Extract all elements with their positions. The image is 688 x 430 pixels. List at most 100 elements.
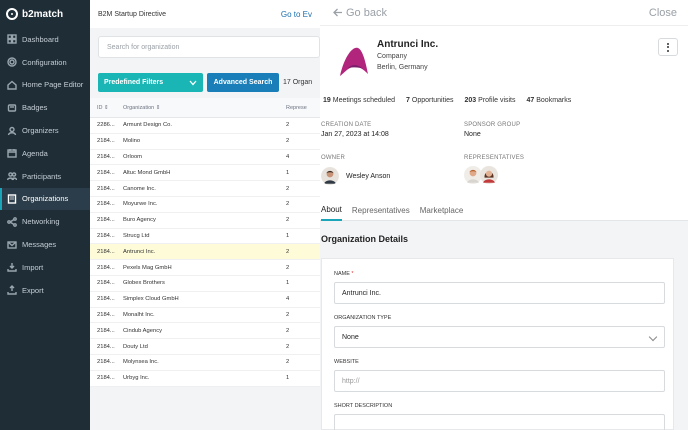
- website-label: WEBSITE: [334, 359, 359, 365]
- go-back-button[interactable]: Go back: [333, 7, 387, 19]
- app-logo[interactable]: b2match: [0, 0, 90, 28]
- sidebar-item-dashboard[interactable]: Dashboard: [0, 28, 90, 51]
- name-value: Antrunci Inc.: [342, 289, 381, 297]
- cell-id: 2184...: [97, 201, 115, 208]
- cell-id: 2184...: [97, 153, 115, 160]
- go-back-label: Go back: [346, 6, 387, 19]
- tab-representatives[interactable]: Representatives: [352, 199, 410, 221]
- sidebar-item-agenda[interactable]: Agenda: [0, 142, 90, 165]
- sidebar-item-configuration[interactable]: Configuration: [0, 51, 90, 74]
- table-row[interactable]: 2184... Douty Ltd 2: [90, 339, 320, 355]
- sidebar-item-networking[interactable]: Networking: [0, 210, 90, 233]
- table-row[interactable]: 2184... Buro Agency 2: [90, 212, 320, 229]
- cell-organization: Antrunci Inc.: [123, 248, 156, 255]
- cell-organization: Molino: [123, 138, 141, 145]
- cell-id: 2184...: [97, 327, 115, 334]
- table-row[interactable]: 2184... Monalht Inc. 2: [90, 307, 320, 324]
- sidebar-nav: Dashboard Configuration Home Page Editor Ba…: [0, 28, 90, 302]
- table-row[interactable]: 2184... Strucg Ltd 1: [90, 228, 320, 245]
- tab-about[interactable]: About: [321, 199, 342, 221]
- sponsor-group: SPONSOR GROUP None: [464, 122, 520, 138]
- cell-representatives: 2: [286, 201, 290, 208]
- sidebar-item-import[interactable]: Import: [0, 256, 90, 279]
- table-row[interactable]: 2184... Simplex Cloud GmbH 4: [90, 291, 320, 308]
- cell-id: 2184...: [97, 311, 115, 318]
- table-row[interactable]: 2184... Cindub Agency 2: [90, 323, 320, 340]
- cell-organization: Globex Brothers: [123, 280, 165, 287]
- cell-id: 2184...: [97, 264, 115, 271]
- column-header-representatives[interactable]: Represe: [280, 105, 307, 111]
- cell-organization: Orloom: [123, 153, 143, 160]
- cell-organization: Buro Agency: [123, 217, 156, 224]
- more-options-button[interactable]: [658, 38, 678, 56]
- stat-bookmarks: 47 Bookmarks: [527, 97, 572, 104]
- sidebar-item-label: Participants: [22, 171, 62, 181]
- table-row[interactable]: 2184... Globex Brothers 1: [90, 275, 320, 292]
- predefined-filters-dropdown[interactable]: Predefined Filters: [98, 73, 203, 92]
- column-header-id[interactable]: ID ⇕: [90, 105, 116, 111]
- tab-marketplace[interactable]: Marketplace: [420, 199, 464, 221]
- sidebar-item-home-page-editor[interactable]: Home Page Editor: [0, 74, 90, 97]
- cell-organization: Pexels Mag GmbH: [123, 264, 172, 271]
- sidebar-item-label: Agenda: [22, 148, 48, 158]
- advanced-search-button[interactable]: Advanced Search: [207, 73, 279, 92]
- organization-type-value: None: [342, 333, 359, 341]
- sidebar-item-label: Organizations: [22, 194, 69, 204]
- organizers-icon: [7, 126, 17, 136]
- owner-label: OWNER: [321, 155, 345, 161]
- cell-organization: Moyurwe Inc.: [123, 201, 158, 208]
- cell-organization: Douty Ltd: [123, 343, 148, 350]
- search-input[interactable]: Search for organization: [98, 36, 320, 58]
- organization-count: 17 Organ: [283, 79, 313, 86]
- filter-bar: Predefined Filters Advanced Search 17 Or…: [98, 73, 312, 92]
- cell-organization: Armunt Design Co.: [123, 122, 172, 129]
- table-row[interactable]: 2184... Altuc Mond GmbH 1: [90, 165, 320, 182]
- sidebar-item-label: Messages: [22, 240, 57, 250]
- table-body: 2286... Armunt Design Co. 2 2184... Molino 2 2…: [90, 118, 320, 387]
- cell-organization: Simplex Cloud GmbH: [123, 296, 179, 303]
- sidebar-item-organizations[interactable]: Organizations: [0, 187, 90, 211]
- owner-row[interactable]: Wesley Anson: [321, 167, 390, 185]
- cell-representatives: 2: [286, 327, 290, 334]
- sidebar-item-export[interactable]: Export: [0, 279, 90, 302]
- organization-details-form: NAME * Antrunci Inc. ORGANIZATION TYPE N…: [321, 258, 674, 430]
- table-row[interactable]: 2184... Molynsea Inc. 2: [90, 354, 320, 371]
- sidebar-item-label: Badges: [22, 103, 48, 113]
- table-row[interactable]: 2184... Antrunci Inc. 2: [90, 244, 320, 261]
- short-description-input[interactable]: [334, 414, 665, 430]
- participants-icon: [7, 171, 17, 181]
- close-button[interactable]: Close: [649, 7, 677, 19]
- stat-label: Bookmarks: [536, 97, 572, 104]
- table-row[interactable]: 2184... Urbyg Inc. 1: [90, 370, 320, 387]
- representative-avatar[interactable]: [480, 166, 498, 184]
- app-logo-text: b2match: [22, 8, 64, 20]
- dot: [667, 42, 669, 45]
- short-description-label: SHORT DESCRIPTION: [334, 403, 393, 409]
- organization-type-select[interactable]: None: [334, 326, 665, 348]
- go-to-event-link[interactable]: Go to Ev: [281, 10, 320, 19]
- sidebar-item-messages[interactable]: Messages: [0, 233, 90, 256]
- column-header-organization[interactable]: Organization ⇕: [116, 105, 280, 111]
- sidebar-item-organizers[interactable]: Organizers: [0, 119, 90, 142]
- name-field[interactable]: Antrunci Inc.: [334, 282, 665, 304]
- creation-date-label: CREATION DATE: [321, 122, 372, 128]
- sidebar-item-badges[interactable]: Badges: [0, 96, 90, 119]
- table-row[interactable]: 2184... Pexels Mag GmbH 2: [90, 260, 320, 276]
- cell-representatives: 4: [286, 296, 290, 303]
- stat-profile-visits: 203 Profile visits: [465, 97, 516, 104]
- organizations-list-panel: Search for organization Predefined Filte…: [90, 28, 320, 430]
- table-row[interactable]: 2286... Armunt Design Co. 2: [90, 118, 320, 134]
- sidebar: b2match Dashboard Configuration Home Page …: [0, 0, 90, 430]
- cell-id: 2184...: [97, 217, 115, 224]
- table-row[interactable]: 2184... Moyurwe Inc. 2: [90, 196, 320, 213]
- stat-meetings-scheduled: 19 Meetings scheduled: [323, 97, 395, 104]
- search-placeholder: Search for organization: [107, 43, 180, 51]
- sidebar-item-participants[interactable]: Participants: [0, 165, 90, 188]
- table-row[interactable]: 2184... Canome Inc. 2: [90, 181, 320, 197]
- cell-id: 2184...: [97, 248, 115, 255]
- representatives-label: REPRESENTATIVES: [464, 155, 525, 161]
- agenda-icon: [7, 148, 17, 159]
- website-input[interactable]: http://: [334, 370, 665, 392]
- table-row[interactable]: 2184... Molino 2: [90, 133, 320, 150]
- table-row[interactable]: 2184... Orloom 4: [90, 149, 320, 166]
